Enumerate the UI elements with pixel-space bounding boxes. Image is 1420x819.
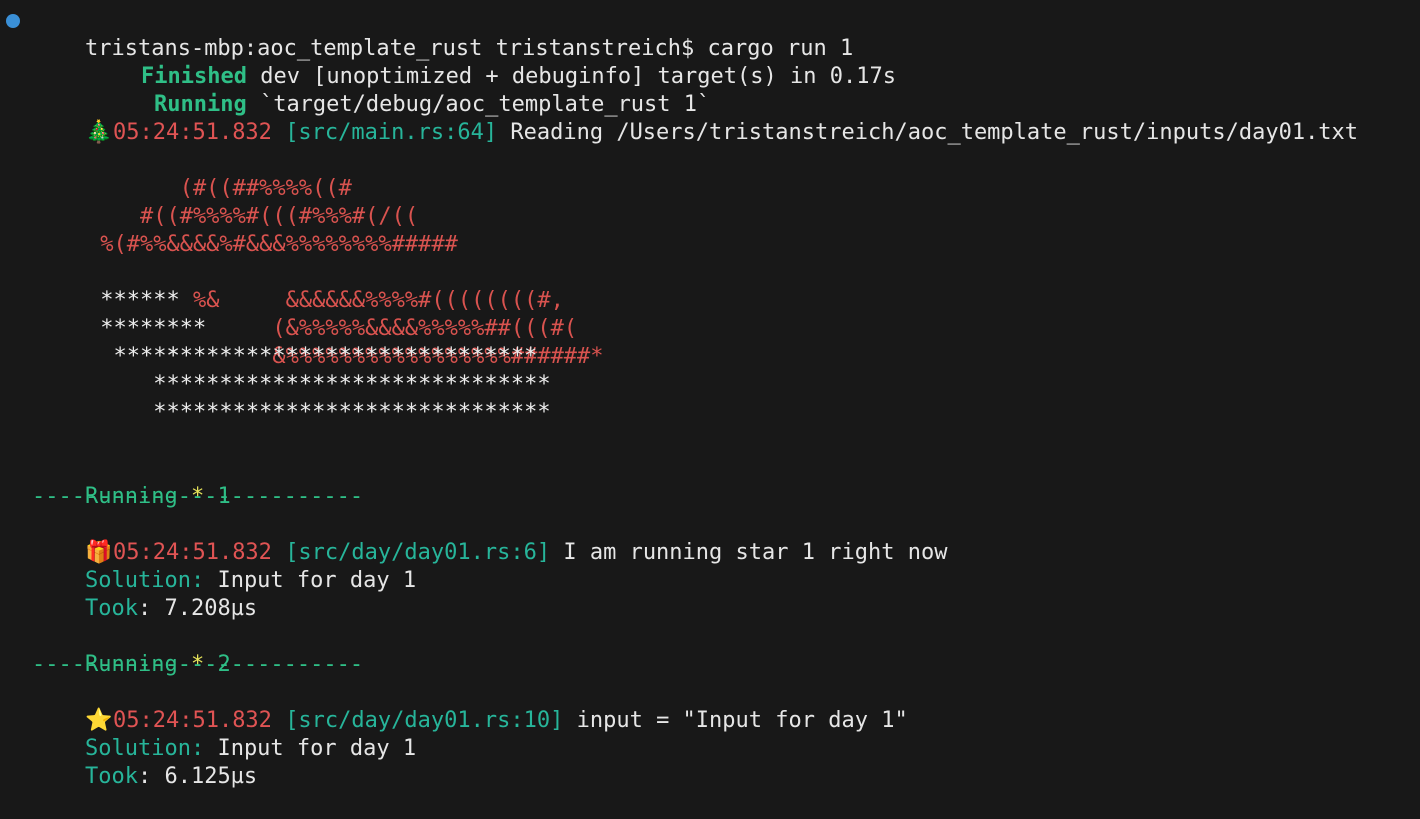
solution-line-star-2: Solution: Input for day 1 — [32, 707, 416, 761]
ascii-art-line-9: ****************************** — [34, 400, 551, 425]
log-line-star-2: ⭐05:24:51.832 [src/day/day01.rs:10] inpu… — [32, 679, 908, 733]
ascii-art-line-4: ****** %& &&&&&&%%%%#((((((((#, — [34, 259, 564, 313]
separator-line: ------------------------- — [32, 652, 364, 677]
log-line-star-1: 🎁05:24:51.832 [src/day/day01.rs:6] I am … — [32, 511, 947, 565]
log-message: I am running star 1 right now — [563, 540, 948, 565]
took-line-star-1: Took: 7.208µs — [32, 567, 257, 621]
took-label: Took — [84, 764, 138, 789]
separator-line: ------------------------- — [32, 484, 364, 509]
ascii-art-line-3: %(#%%&&&&%#&&&%%%%%%%%##### — [34, 232, 458, 257]
log-message: Reading /Users/tristanstreich/aoc_templa… — [510, 120, 1359, 145]
running-star-2-heading: Running * 2 — [32, 623, 231, 677]
terminal-window[interactable]: tristans-mbp:aoc_template_rust tristanst… — [0, 0, 1420, 789]
prompt-marker-icon — [6, 14, 20, 28]
log-source: [src/main.rs:64] — [285, 120, 498, 145]
ascii-art-line-5: ******** (&%%%%%&&&&%%%%%##(((#( — [34, 287, 577, 341]
took-line-star-2: Took: 6.125µs — [32, 735, 257, 789]
ascii-art-line-7: **************************** — [34, 344, 538, 369]
cargo-running-line: Running `target/debug/aoc_template_rust … — [101, 63, 710, 117]
took-value: : 6.125µs — [137, 764, 258, 789]
ascii-art-line-8: ****************************** — [34, 372, 551, 397]
christmas-tree-icon: 🎄 — [84, 120, 113, 145]
running-star-1-heading: Running * 1 — [32, 455, 231, 509]
ascii-art-line-1: (#((##%%%%((# — [34, 176, 352, 201]
cargo-finished-line: Finished dev [unoptimized + debuginfo] t… — [88, 35, 896, 89]
command-prompt-line: tristans-mbp:aoc_template_rust tristanst… — [32, 7, 853, 61]
took-value: : 7.208µs — [137, 596, 258, 621]
took-label: Took — [84, 596, 138, 621]
ascii-art-line-2: #((#%%%%#(((#%%%#(/(( — [34, 204, 419, 229]
ascii-art-line-6: ***** &%%%%%%%%%%%%%%%%%######* — [34, 315, 603, 369]
log-message: input = "Input for day 1" — [576, 708, 908, 733]
solution-line-star-1: Solution: Input for day 1 — [32, 539, 416, 593]
log-line-reading: 🎄05:24:51.832 [src/main.rs:64] Reading /… — [32, 91, 1358, 145]
log-timestamp: 05:24:51.832 — [112, 120, 272, 145]
